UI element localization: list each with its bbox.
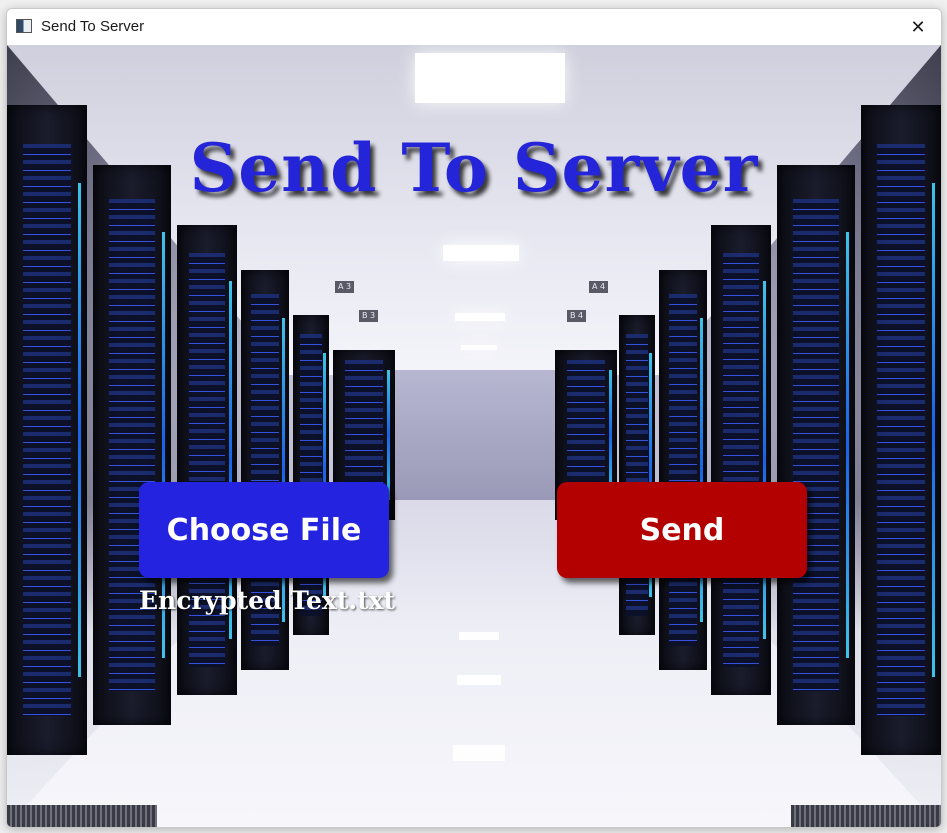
- window-title: Send To Server: [41, 18, 145, 35]
- aisle-sign: A 4: [589, 281, 609, 293]
- server-rack: [93, 165, 171, 725]
- back-wall: [395, 370, 555, 500]
- ceiling-light: [415, 53, 565, 103]
- server-rack: [659, 270, 707, 670]
- server-rack: [711, 225, 771, 695]
- app-window: Send To Server ✕ A 3 B 3 A 4 B 4 Send To…: [6, 8, 942, 828]
- aisle-sign: B 4: [567, 310, 587, 322]
- selected-file-label: Encrypted Text.txt: [139, 586, 396, 615]
- floor-vent: [7, 805, 157, 827]
- server-rack: [619, 315, 655, 635]
- ceiling-light: [455, 313, 505, 321]
- page-title: Send To Server: [189, 129, 759, 207]
- ceiling-light: [443, 245, 519, 261]
- close-icon[interactable]: ✕: [895, 9, 941, 45]
- choose-file-button[interactable]: Choose File: [139, 482, 389, 578]
- aisle-sign: A 3: [335, 281, 355, 293]
- aisle-sign: B 3: [359, 310, 379, 322]
- server-room-background: A 3 B 3 A 4 B 4 Send To Server Choose Fi…: [7, 45, 941, 827]
- floor-reflection: [457, 675, 501, 685]
- server-rack: [777, 165, 855, 725]
- app-window-icon: [16, 19, 32, 33]
- ceiling-light: [461, 345, 497, 350]
- floor-reflection: [453, 745, 505, 761]
- floor-reflection: [459, 632, 499, 640]
- server-rack: [177, 225, 237, 695]
- title-bar[interactable]: Send To Server ✕: [7, 9, 941, 45]
- send-button[interactable]: Send: [557, 482, 807, 578]
- floor-vent: [791, 805, 941, 827]
